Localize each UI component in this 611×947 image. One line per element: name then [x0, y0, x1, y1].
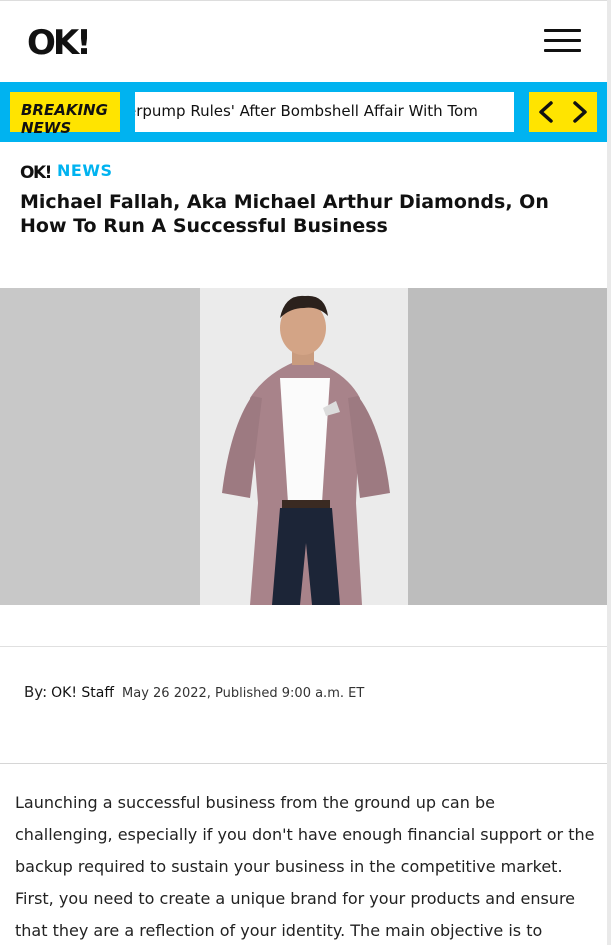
author-link[interactable]: OK! Staff [51, 685, 114, 701]
ok-small-logo: OK! [20, 163, 52, 180]
portrait-photo [0, 288, 607, 605]
section-label[interactable]: NEWS [57, 161, 113, 180]
svg-text:OK!: OK! [27, 23, 89, 59]
publish-date: May 26 2022, Published 9:00 a.m. ET [122, 686, 365, 701]
svg-text:OK!: OK! [20, 163, 51, 180]
chevron-right-icon[interactable] [567, 100, 591, 124]
breaking-label-line2: NEWS [21, 119, 72, 137]
hamburger-menu-icon[interactable] [544, 29, 581, 53]
article-body: Launching a successful business from the… [15, 793, 595, 940]
chevron-left-icon[interactable] [535, 100, 559, 124]
ticker-headline-box[interactable]: erpump Rules' After Bombshell Affair Wit… [135, 92, 514, 132]
site-header: OK! [0, 0, 611, 79]
byline-prefix: By: [24, 683, 48, 701]
divider [0, 646, 607, 647]
article-title: Michael Fallah, Aka Michael Arthur Diamo… [20, 191, 549, 237]
breaking-news-ticker: BREAKING NEWS erpump Rules' After Bombsh… [0, 82, 607, 142]
divider [0, 763, 607, 764]
scrollbar-track[interactable] [607, 0, 611, 945]
breaking-label-line1: BREAKING [21, 101, 108, 119]
hero-image [0, 288, 607, 605]
byline: By: OK! Staff May 26 2022, Published 9:00 … [24, 683, 364, 701]
ticker-headline[interactable]: erpump Rules' After Bombshell Affair Wit… [135, 102, 478, 120]
breaking-news-label: BREAKING NEWS [10, 92, 120, 137]
ok-logo[interactable]: OK! [27, 23, 93, 59]
ticker-nav [529, 92, 597, 132]
